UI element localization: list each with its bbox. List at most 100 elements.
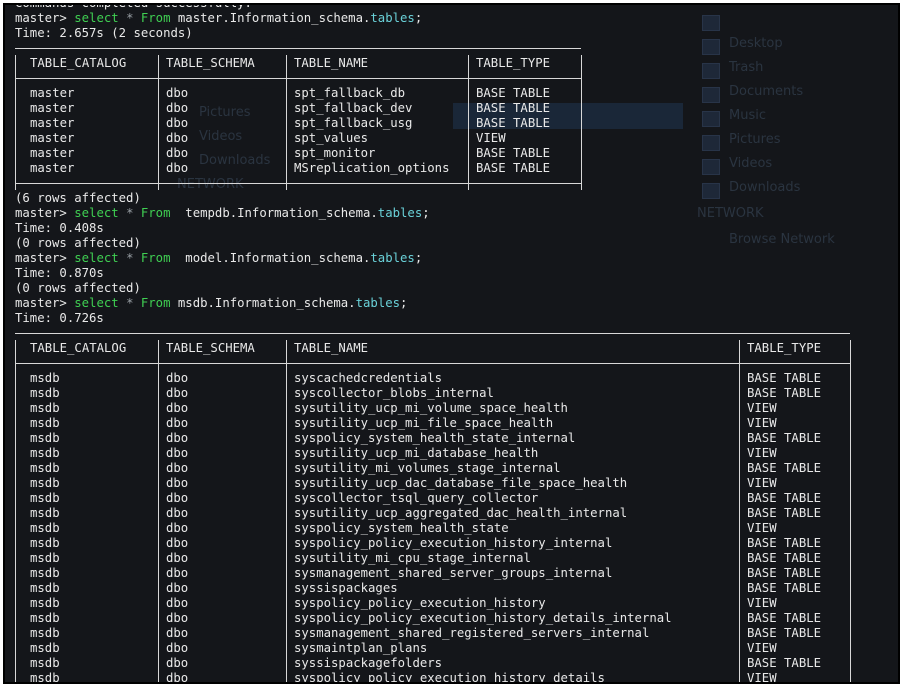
table-cell: dbo [166,551,189,565]
table-name-cell: spt_fallback_dev [294,101,413,115]
table-cell: BASE TABLE [747,566,822,580]
table-cell: BASE TABLE [747,536,822,550]
table-cell: msdb [30,506,60,520]
table-border [286,55,287,190]
table-name-cell: syspolicy_policy_execution_history_inter… [294,536,613,550]
sql-object: master.Information_schema. [170,11,371,25]
output-text: (0 rows affected) [15,236,141,250]
table-cell: BASE TABLE [476,86,551,100]
table-cell: msdb [30,371,60,385]
sql-terminator: ; [414,11,423,25]
table-cell: dbo [166,401,189,415]
table-name-cell: syspolicy_system_health_state [294,521,509,535]
table-cell: dbo [166,476,189,490]
command-block-2: (6 rows affected) master> select * From t… [15,191,898,326]
prompt: master> [15,206,67,220]
prompt: master> [15,296,67,310]
table-cell: dbo [166,86,189,100]
table-name-cell: syspolicy_policy_execution_history_detai… [294,611,672,625]
column-header: TABLE_NAME [294,341,369,355]
table-cell: master [30,146,75,160]
sql-star: * [126,11,134,25]
table-cell: msdb [30,551,60,565]
table-cell: dbo [166,656,189,670]
table-cell: VIEW [747,401,777,415]
table-cell: dbo [166,386,189,400]
table-rule [15,183,581,184]
table-name-cell: sysutility_ucp_mi_volume_space_health [294,401,568,415]
output-line: Time: 0.870s [15,266,898,281]
table-cell: dbo [166,431,189,445]
table-cell: VIEW [747,521,777,535]
table-cell: VIEW [747,641,777,655]
sql-table: tables [370,11,415,25]
table-name-cell: syspolicy_system_health_state_internal [294,431,576,445]
table-cell: msdb [30,641,60,655]
sql-keyword: select [74,251,119,265]
table-cell: VIEW [476,131,506,145]
table-cell: dbo [166,131,189,145]
sql-table: tables [370,251,415,265]
table-cell: BASE TABLE [747,371,822,385]
table-rule [15,48,581,49]
table-name-cell: syssispackagefolders [294,656,443,670]
table-cell: msdb [30,581,60,595]
terminal-output[interactable]: Commands completed successfully. master> … [15,5,898,684]
table-border [286,340,287,682]
table-cell: dbo [166,461,189,475]
table-cell: dbo [166,161,189,175]
sql-keyword: From [140,251,171,265]
table-cell: msdb [30,656,60,670]
column-header: TABLE_CATALOG [30,341,127,355]
sql-keyword: select [74,206,119,220]
output-text: Time: 0.726s [15,311,104,325]
table-cell: BASE TABLE [747,461,822,475]
sql-keyword: From [140,11,171,25]
table-cell: msdb [30,596,60,610]
table-border [739,340,740,682]
table-cell: dbo [166,101,189,115]
table-cell: VIEW [747,596,777,610]
output-line: Time: 0.408s [15,221,898,236]
table-border [158,340,159,682]
table-cell: msdb [30,536,60,550]
prompt: master> [15,251,67,265]
table-cell: BASE TABLE [747,626,822,640]
table-name-cell: syscollector_tsql_query_collector [294,491,539,505]
table-border [15,340,16,682]
table-border [581,55,582,190]
table-cell: msdb [30,461,60,475]
table-cell: msdb [30,491,60,505]
table-border [468,55,469,190]
table-name-cell: syscachedcredentials [294,371,443,385]
table-rule [15,78,581,79]
table-cell: msdb [30,386,60,400]
output-line: (6 rows affected) [15,191,898,206]
table-cell: msdb [30,521,60,535]
output-text: Time: 0.408s [15,221,104,235]
output-line: Commands completed successfully. [15,5,898,11]
table-cell: msdb [30,626,60,640]
column-header: TABLE_TYPE [476,56,551,70]
table-name-cell: sysutility_ucp_mi_file_space_health [294,416,554,430]
result-table-master: TABLE_CATALOG TABLE_SCHEMA TABLE_NAME TABLE… [15,41,582,191]
table-cell: dbo [166,671,189,684]
table-cell: dbo [166,446,189,460]
column-header: TABLE_CATALOG [30,56,127,70]
table-cell: dbo [166,371,189,385]
table-name-cell: sysmanagement_shared_server_groups_inter… [294,566,613,580]
table-cell: dbo [166,146,189,160]
table-name-cell: syscollector_blobs_internal [294,386,494,400]
column-header: TABLE_SCHEMA [166,341,255,355]
table-name-cell: sysutility_mi_volumes_stage_internal [294,461,561,475]
table-cell: BASE TABLE [476,101,551,115]
table-name-cell: sysutility_ucp_mi_database_health [294,446,539,460]
table-cell: msdb [30,401,60,415]
table-cell: BASE TABLE [747,551,822,565]
column-header: TABLE_SCHEMA [166,56,255,70]
sql-terminator: ; [400,296,408,310]
sql-table: tables [377,206,423,220]
table-cell: msdb [30,431,60,445]
table-cell: msdb [30,476,60,490]
table-name-cell: sysmanagement_shared_registered_servers_… [294,626,650,640]
